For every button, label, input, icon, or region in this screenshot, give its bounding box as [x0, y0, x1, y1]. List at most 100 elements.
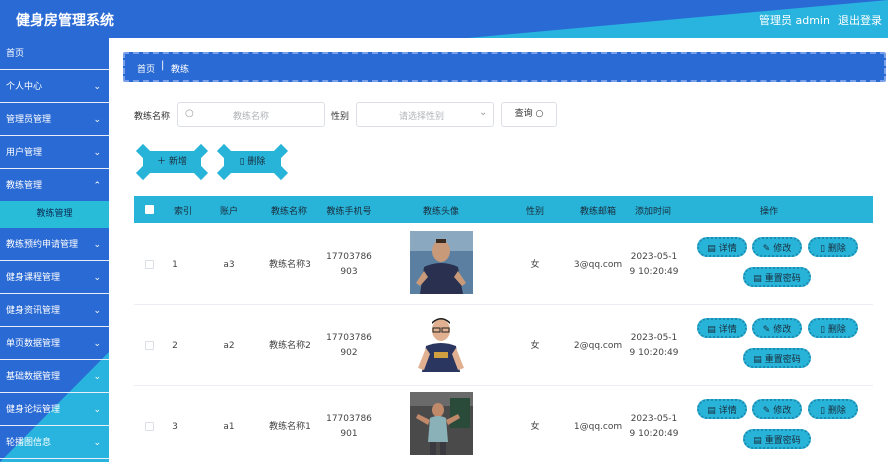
- doc-icon: ▤: [707, 325, 716, 335]
- edit-button[interactable]: ✎ 修改: [752, 318, 802, 338]
- reset-label: 重置密码: [764, 355, 801, 365]
- col-gender: 性别: [525, 207, 544, 217]
- cell-phone-line1: 17703786: [326, 333, 372, 343]
- detail-label: 详情: [718, 325, 737, 335]
- trash-icon: ▯: [239, 157, 245, 167]
- chevron-down-icon: ⌄: [93, 82, 101, 92]
- sidebar-item-label: 教练管理: [6, 181, 43, 191]
- sidebar-menu: 首页 个人中心 ⌄ 管理员管理 ⌄ 用户管理 ⌄ 教练管理 ⌃ 教练管理 教练预约申请管…: [0, 38, 109, 462]
- cell-gender: 女: [530, 341, 540, 351]
- table-header: 索引 账户 教练名称 教练手机号 教练头像 性别 教练邮箱 添加时间 操作: [134, 196, 873, 223]
- detail-label: 详情: [718, 406, 737, 416]
- gender-label: 性别: [331, 112, 350, 122]
- col-coach-avatar: 教练头像: [422, 207, 459, 217]
- top-header: 健身房管理系统 管理员 admin 退出登录: [0, 0, 888, 38]
- sidebar-item-carousel[interactable]: 轮播图信息 ⌄: [0, 427, 109, 459]
- sidebar-item-forum[interactable]: 健身论坛管理 ⌄: [0, 394, 109, 426]
- sidebar-subitem-coach-manage[interactable]: 教练管理: [0, 201, 109, 228]
- sidebar-item-singlepage[interactable]: 单页数据管理 ⌄: [0, 328, 109, 360]
- cell-index: 3: [172, 422, 178, 432]
- cell-coach-name: 教练名称1: [269, 422, 311, 432]
- delete-label: 删除: [827, 325, 846, 335]
- coach-name-placeholder: 教练名称: [233, 112, 270, 122]
- chevron-down-icon: ⌄: [93, 306, 101, 316]
- row-checkbox[interactable]: [145, 422, 154, 431]
- reset-password-button[interactable]: ▤ 重置密码: [743, 348, 811, 368]
- trash-icon: ▯: [820, 325, 826, 335]
- col-created-time: 添加时间: [634, 207, 671, 217]
- sidebar-item-label: 健身课程管理: [6, 273, 61, 283]
- sidebar-item-label: 首页: [6, 49, 25, 59]
- cell-phone-line1: 17703786: [326, 252, 372, 262]
- chevron-up-icon: ⌃: [93, 181, 101, 191]
- col-coach-email: 教练邮箱: [579, 207, 616, 217]
- edit-button[interactable]: ✎ 修改: [752, 399, 802, 419]
- breadcrumb-home[interactable]: 首页: [137, 62, 155, 75]
- edit-label: 修改: [773, 406, 792, 416]
- sidebar-item-news[interactable]: 健身资讯管理 ⌄: [0, 295, 109, 327]
- sidebar-item-home[interactable]: 首页: [0, 38, 109, 70]
- delete-button[interactable]: ▯ 删除: [808, 318, 858, 338]
- sidebar-item-basedata[interactable]: 基础数据管理 ⌄: [0, 361, 109, 393]
- col-index: 索引: [173, 207, 192, 217]
- table-row: 3 a1 教练名称1 17703786 901 女 1@qq.com 2023-…: [134, 386, 873, 462]
- detail-label: 详情: [718, 244, 737, 254]
- app-title: 健身房管理系统: [16, 13, 114, 29]
- chevron-down-icon: ⌄: [93, 438, 101, 448]
- breadcrumb-current: 教练: [171, 65, 190, 75]
- sidebar-item-coaches[interactable]: 教练管理 ⌃: [0, 170, 109, 202]
- batch-delete-button[interactable]: ▯ 删除: [216, 143, 289, 181]
- coach-avatar-image: [410, 231, 473, 294]
- chevron-down-icon: ⌄: [93, 240, 101, 250]
- chevron-down-icon: ⌄: [93, 372, 101, 382]
- cell-time-line2: 9 10:20:49: [629, 348, 679, 358]
- delete-button[interactable]: ▯ 删除: [808, 237, 858, 257]
- col-coach-name: 教练名称: [270, 207, 307, 217]
- sidebar-item-label: 教练预约申请管理: [6, 240, 79, 250]
- row-checkbox[interactable]: [145, 260, 154, 269]
- sidebar-item-admins[interactable]: 管理员管理 ⌄: [0, 104, 109, 136]
- cell-account: a1: [223, 422, 235, 432]
- sidebar-item-users[interactable]: 用户管理 ⌄: [0, 137, 109, 169]
- table-row: 2 a2 教练名称2 17703786 902 女 2@qq.com 2023-…: [134, 305, 873, 386]
- cell-time-line2: 9 10:20:49: [629, 429, 679, 439]
- pencil-icon: ✎: [762, 325, 771, 335]
- sidebar-item-label: 基础数据管理: [6, 372, 61, 382]
- select-all-checkbox[interactable]: [145, 205, 154, 214]
- breadcrumb: 首页 | 教练: [123, 52, 886, 82]
- cell-time-line2: 9 10:20:49: [629, 267, 679, 277]
- coach-avatar-image: [410, 392, 473, 455]
- delete-button[interactable]: ▯ 删除: [808, 399, 858, 419]
- detail-button[interactable]: ▤ 详情: [697, 399, 747, 419]
- chevron-down-icon: ⌄: [93, 148, 101, 158]
- reset-password-button[interactable]: ▤ 重置密码: [743, 267, 811, 287]
- coach-name-input[interactable]: ○ 教练名称: [177, 102, 325, 127]
- trash-icon: ▯: [820, 406, 826, 416]
- edit-button[interactable]: ✎ 修改: [752, 237, 802, 257]
- col-coach-phone: 教练手机号: [326, 207, 372, 217]
- add-button[interactable]: ＋ 新增: [135, 143, 209, 181]
- sidebar-item-booking[interactable]: 教练预约申请管理 ⌄: [0, 229, 109, 261]
- gender-select[interactable]: 请选择性别 ⌄: [356, 102, 494, 127]
- logout-link[interactable]: 退出登录: [838, 12, 882, 28]
- reset-password-button[interactable]: ▤ 重置密码: [743, 429, 811, 449]
- sidebar-item-courses[interactable]: 健身课程管理 ⌄: [0, 262, 109, 294]
- search-icon: ○: [185, 108, 194, 119]
- cell-coach-name: 教练名称2: [269, 341, 311, 351]
- search-icon: ○: [535, 109, 544, 119]
- doc-icon: ▤: [707, 406, 716, 416]
- detail-button[interactable]: ▤ 详情: [697, 318, 747, 338]
- cell-phone-line2: 902: [340, 348, 358, 358]
- edit-label: 修改: [773, 325, 792, 335]
- sidebar-item-profile[interactable]: 个人中心 ⌄: [0, 71, 109, 103]
- breadcrumb-separator: |: [161, 60, 165, 71]
- col-account: 账户: [219, 207, 238, 217]
- chevron-down-icon: ⌄: [93, 339, 101, 349]
- reset-label: 重置密码: [764, 436, 801, 446]
- row-checkbox[interactable]: [145, 341, 154, 350]
- detail-button[interactable]: ▤ 详情: [697, 237, 747, 257]
- query-button[interactable]: 查询 ○: [501, 102, 557, 127]
- delete-label: 删除: [827, 406, 846, 416]
- cell-phone-line1: 17703786: [326, 414, 372, 424]
- pencil-icon: ✎: [762, 406, 771, 416]
